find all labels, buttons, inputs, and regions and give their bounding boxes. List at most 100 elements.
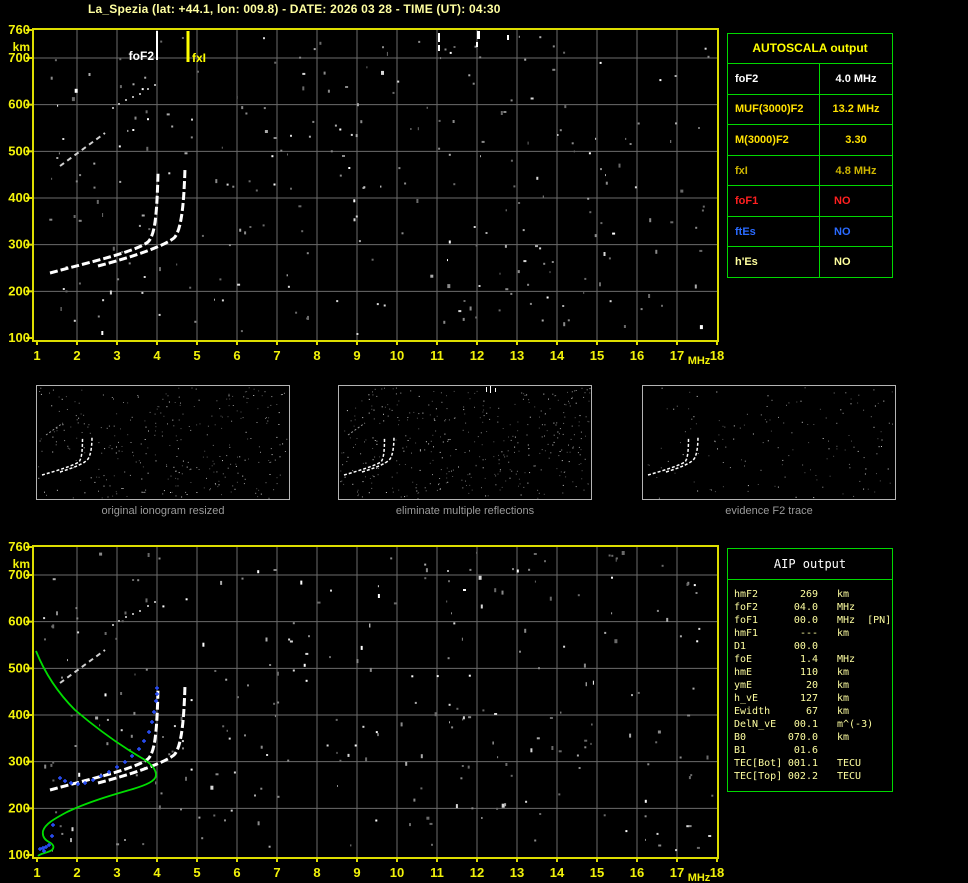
x-tick-label: 12 bbox=[470, 348, 484, 363]
aip-param-label: DelN_vE bbox=[734, 719, 777, 730]
x-tick-label: 2 bbox=[73, 865, 80, 880]
aip-row-hmF1: hmF1 --- km bbox=[734, 627, 892, 640]
aip-row-Ewidth: Ewidth 67 km bbox=[734, 705, 892, 718]
autoscala-row-M(3000)F2: M(3000)F2 3.30 bbox=[728, 125, 892, 156]
aip-row-hmF2: hmF2 269 km bbox=[734, 588, 892, 601]
aip-param-label: ymE bbox=[734, 680, 753, 691]
autoscala-output-panel: AUTOSCALA output foF2 4.0 MHz MUF(3000)F2 1… bbox=[727, 33, 893, 278]
autoscala-param-label: ftEs bbox=[728, 216, 820, 247]
x-tick-label: 6 bbox=[233, 865, 240, 880]
y-tick-label: 760 bbox=[8, 22, 30, 37]
aip-unit-text: km bbox=[837, 693, 850, 704]
aip-param-value: 67 bbox=[805, 706, 818, 717]
aip-param-label: Ewidth bbox=[734, 706, 771, 717]
aip-row-TEC[Top]: TEC[Top] 002.2 TECU bbox=[734, 770, 892, 783]
x-tick-label: 9 bbox=[353, 865, 360, 880]
y-tick-label: 400 bbox=[8, 707, 30, 722]
aip-row-B1: B1 01.6 bbox=[734, 744, 892, 757]
plot-border bbox=[32, 545, 719, 859]
x-tick-label: 8 bbox=[313, 348, 320, 363]
aip-param-label: foF1 bbox=[734, 615, 759, 626]
aip-param-value: 002.2 bbox=[787, 771, 818, 782]
aip-param-value: 1.4 bbox=[799, 654, 818, 665]
x-tick-label: 4 bbox=[153, 348, 161, 363]
second-hop-trace bbox=[59, 601, 156, 684]
autoscala-param-value: 4.0 MHz bbox=[835, 72, 877, 85]
aip-param-label: TEC[Bot] bbox=[734, 758, 783, 769]
y-tick-label: 200 bbox=[8, 283, 30, 298]
autoscala-param-label: MUF(3000)F2 bbox=[728, 94, 820, 125]
autoscala-row-foF2: foF2 4.0 MHz bbox=[728, 64, 892, 95]
aip-param-label: foE bbox=[734, 654, 753, 665]
autoscala-row-h'Es: h'Es NO bbox=[728, 247, 892, 278]
x-tick-label: 18 bbox=[710, 348, 724, 363]
aip-param-value: 070.0 bbox=[787, 732, 818, 743]
grid-layer bbox=[34, 30, 717, 340]
o-trace bbox=[49, 688, 160, 792]
aip-param-value: 04.0 bbox=[793, 602, 818, 613]
aip-param-value: 00.1 bbox=[793, 719, 818, 730]
aip-param-label: B0 bbox=[734, 732, 747, 743]
autoscala-row-MUF(3000)F2: MUF(3000)F2 13.2 MHz bbox=[728, 94, 892, 126]
aip-param-value: 00.0 bbox=[793, 641, 818, 652]
autoscala-param-value: 3.30 bbox=[845, 133, 867, 146]
x-tick-label: 3 bbox=[113, 348, 120, 363]
x-tick-label: 18 bbox=[710, 865, 724, 880]
thumbnail-eliminate-reflections bbox=[338, 385, 592, 500]
fof2-marker-label: foF2 bbox=[129, 49, 155, 63]
autoscala-param-label: foF1 bbox=[728, 186, 820, 216]
autoscala-rows: foF2 4.0 MHz MUF(3000)F2 13.2 MHz M(3000)F2 3… bbox=[728, 64, 892, 278]
aip-unit-text: km bbox=[837, 706, 850, 717]
x-tick-label: 10 bbox=[390, 348, 404, 363]
x-tick-label: 10 bbox=[390, 865, 404, 880]
autoscala-row-foF1: foF1 NO bbox=[728, 186, 892, 217]
aip-param-value: 110 bbox=[799, 667, 818, 678]
x-tick-label: 12 bbox=[470, 865, 484, 880]
aip-param-label: TEC[Top] bbox=[734, 771, 783, 782]
x-tick-label: 3 bbox=[113, 865, 120, 880]
aip-param-unit: m^(-3) bbox=[818, 718, 892, 731]
x-tick-label: 6 bbox=[233, 348, 240, 363]
aip-unit-text: km bbox=[837, 680, 850, 691]
aip-param-unit: km bbox=[818, 679, 892, 692]
aip-row-foF2: foF2 04.0 MHz bbox=[734, 601, 892, 614]
aip-row-foE: foE 1.4 MHz bbox=[734, 653, 892, 666]
aip-output-panel: AIP output hmF2 269 km foF2 04.0 MHz foF1 00.0 M… bbox=[727, 548, 893, 792]
x-tick-label: 7 bbox=[273, 348, 280, 363]
axis-labels: 1 2 3 4 5 6 7 8 9 10 11 12 13 14 15 16 17 18MHz7607006005… bbox=[8, 22, 724, 367]
second-hop-trace bbox=[59, 84, 156, 167]
x-tick-label: 9 bbox=[353, 348, 360, 363]
y-axis-unit-label: km bbox=[13, 40, 30, 54]
noise-layer bbox=[43, 551, 714, 852]
autoscala-param-label: foF2 bbox=[728, 64, 820, 94]
aip-param-value: 001.1 bbox=[787, 758, 818, 769]
aip-param-value: 269 bbox=[799, 589, 818, 600]
axis-labels: 1 2 3 4 5 6 7 8 9 10 11 12 13 14 15 16 17 18MHz7607006005… bbox=[8, 540, 724, 883]
autoscala-row-fxI: fxI 4.8 MHz bbox=[728, 155, 892, 187]
aip-row-DelN_vE: DelN_vE 00.1 m^(-3) bbox=[734, 718, 892, 731]
x-tick-label: 17 bbox=[670, 348, 684, 363]
aip-param-unit: km bbox=[818, 692, 892, 705]
y-tick-label: 300 bbox=[8, 237, 30, 252]
aip-param-label: hmF2 bbox=[734, 589, 759, 600]
o-trace bbox=[49, 171, 160, 275]
autoscala-row-ftEs: ftEs NO bbox=[728, 216, 892, 248]
aip-param-value: --- bbox=[799, 628, 818, 639]
y-tick-label: 300 bbox=[8, 754, 30, 769]
axis-ticks bbox=[26, 546, 718, 862]
aip-unit-text: MHz bbox=[837, 602, 856, 613]
y-tick-label: 200 bbox=[8, 800, 30, 815]
aip-param-unit: km bbox=[818, 666, 892, 679]
thumbnail-caption: evidence F2 trace bbox=[725, 505, 813, 517]
aip-param-value: 127 bbox=[799, 693, 818, 704]
x-tick-label: 7 bbox=[273, 865, 280, 880]
bottom-ionogram-plot: 1 2 3 4 5 6 7 8 9 10 11 12 13 14 15 16 17 18MHz7607006005… bbox=[8, 540, 724, 883]
aip-param-unit: km bbox=[818, 731, 892, 744]
aip-unit-text: m^(-3) bbox=[837, 719, 874, 730]
noise-layer bbox=[49, 31, 710, 335]
autoscala-param-value: NO bbox=[834, 256, 851, 269]
y-axis-unit-label: km bbox=[13, 557, 30, 571]
aip-panel-title: AIP output bbox=[728, 549, 892, 580]
autoscala-param-value: NO bbox=[834, 225, 851, 238]
aip-param-value: 00.0 bbox=[793, 615, 818, 626]
